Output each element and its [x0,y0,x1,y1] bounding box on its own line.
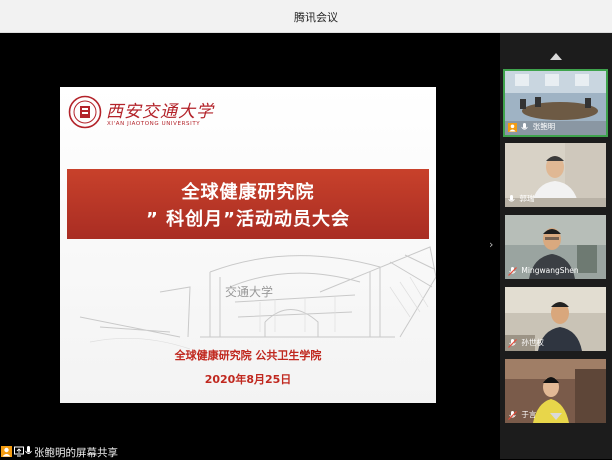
microphone-muted-icon [508,410,517,420]
university-seal-icon [68,95,102,129]
collapse-sidebar-chevron-icon[interactable]: › [489,238,493,251]
participant-tile[interactable]: MingwangShen [505,215,606,279]
gate-inscription: 交通大学 [225,284,273,299]
slide-title-line2: ” 科创月”活动动员大会 [146,209,350,230]
slide-date: 2020年8月25日 [204,373,292,386]
participant-name: 郭瑞 [519,194,535,203]
participant-tile[interactable]: 郭瑞 [505,143,606,207]
university-name-cn: 西安交通大学 [106,102,214,122]
participant-name: 于言 [521,410,537,419]
participant-name: 张鲍明 [532,122,556,131]
participant-tile[interactable]: 孙世权 [505,287,606,351]
microphone-muted-icon [508,338,517,348]
microphone-icon [521,122,529,130]
title-bar: 腾讯会议 [0,0,612,33]
participant-sidebar: 张鲍明 郭瑞 MingwangShen 孙世权 于言 [500,33,612,459]
microphone-icon [508,194,515,202]
participant-name: MingwangShen [521,266,579,275]
window-title: 腾讯会议 [294,11,338,24]
participant-name-label: 于言 [508,408,536,421]
screen-share-icon [14,446,24,457]
shared-screen-area: 交通大学 西安交通大学 XI'AN JIAOTONG UNIVERSITY 全球… [0,33,500,459]
screen-share-status: 张鲍明的屏幕共享 [0,444,200,459]
screen-share-label: 张鲍明的屏幕共享 [34,447,118,459]
participant-name-label: 张鲍明 [508,120,555,133]
presentation-slide: 交通大学 西安交通大学 XI'AN JIAOTONG UNIVERSITY 全球… [60,87,436,403]
microphone-icon [25,446,32,454]
slide-organizers: 全球健康研究院 公共卫生学院 [174,349,322,362]
participant-name-label: MingwangShen [508,264,579,277]
university-name-en: XI'AN JIAOTONG UNIVERSITY [107,121,201,127]
participant-tile[interactable]: 张鲍明 [503,69,608,137]
slide-title-line1: 全球健康研究院 [181,182,315,203]
participant-name-label: 孙世权 [508,336,544,349]
scroll-down-arrow-icon[interactable] [550,413,562,420]
microphone-muted-icon [508,266,517,276]
participant-name-label: 郭瑞 [508,192,534,205]
slide-title-banner: 全球健康研究院 ” 科创月”活动动员大会 [67,169,429,239]
participant-name: 孙世权 [521,338,544,347]
scroll-up-arrow-icon[interactable] [550,53,562,60]
host-icon [1,446,12,457]
host-icon [508,122,517,132]
